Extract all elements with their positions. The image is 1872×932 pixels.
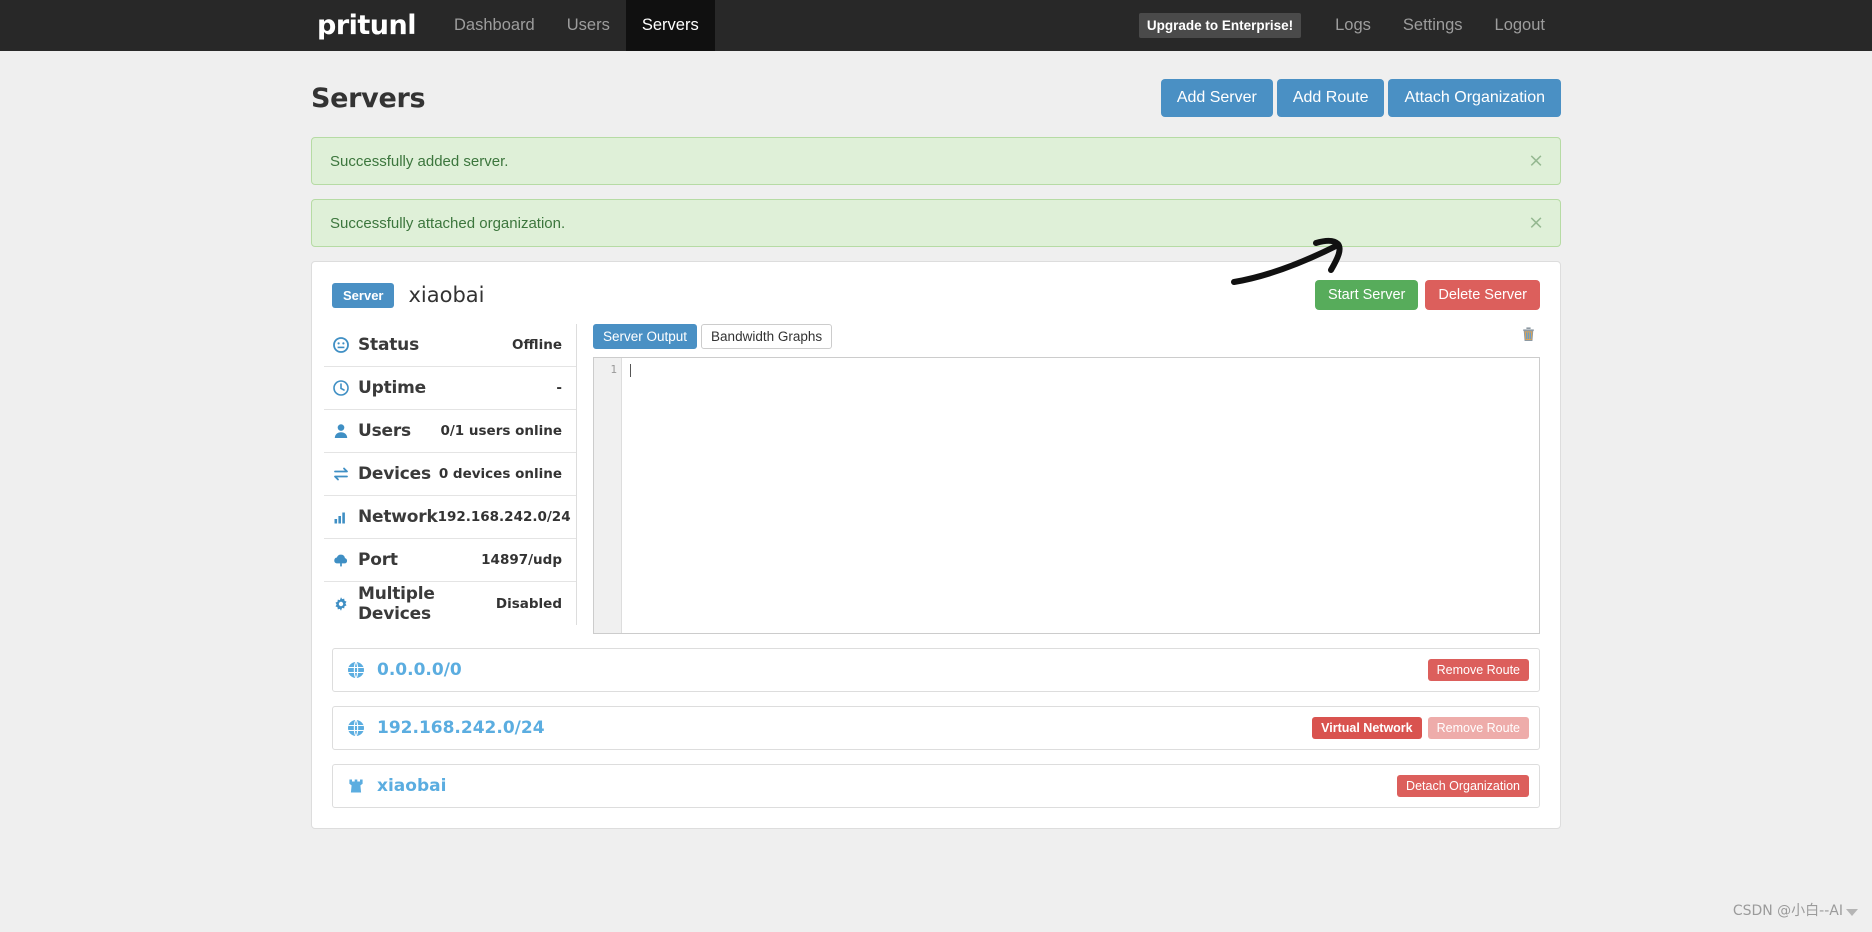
status-value: 192.168.242.0/24 <box>437 509 571 525</box>
signal-icon <box>330 509 352 525</box>
main-container: Servers Add Server Add Route Attach Orga… <box>311 51 1561 829</box>
remove-route-button[interactable]: Remove Route <box>1427 717 1529 739</box>
status-value: 0 devices online <box>438 466 562 482</box>
header-actions: Add Server Add Route Attach Organization <box>1160 79 1561 117</box>
user-icon <box>330 423 352 439</box>
status-label: Users <box>358 421 411 441</box>
nav-link-logs[interactable]: Logs <box>1319 0 1387 51</box>
route-actions: Remove Route <box>1427 659 1529 681</box>
organizations-section: xiaobai Detach Organization <box>324 764 1548 808</box>
route-actions: Virtual Network Remove Route <box>1312 717 1529 739</box>
exchange-icon <box>330 466 352 482</box>
gear-icon <box>330 596 352 612</box>
remove-route-button[interactable]: Remove Route <box>1427 659 1529 681</box>
status-row-devices: Devices 0 devices online <box>324 453 576 496</box>
status-label: Uptime <box>358 378 426 398</box>
status-value: Offline <box>512 337 562 353</box>
nav-link-settings[interactable]: Settings <box>1387 0 1479 51</box>
add-server-button[interactable]: Add Server <box>1160 79 1273 117</box>
status-label: Status <box>358 335 419 355</box>
status-label: Port <box>358 550 398 570</box>
globe-icon <box>347 661 365 679</box>
route-network: 192.168.242.0/24 <box>377 718 545 738</box>
chevron-down-icon <box>1846 908 1858 916</box>
add-route-button[interactable]: Add Route <box>1276 79 1385 117</box>
alert-added-server: Successfully added server. × <box>311 137 1561 185</box>
nav-link-servers[interactable]: Servers <box>625 0 715 51</box>
navbar-right-group: Upgrade to Enterprise! Logs Settings Log… <box>1138 0 1561 51</box>
tab-bandwidth-graphs[interactable]: Bandwidth Graphs <box>701 323 833 349</box>
status-row-port: Port 14897/udp <box>324 539 576 582</box>
nav-link-dashboard[interactable]: Dashboard <box>438 0 551 51</box>
status-row-network: Network 192.168.242.0/24 <box>324 496 576 539</box>
trash-icon[interactable] <box>1521 326 1540 346</box>
status-value: 14897/udp <box>481 552 562 568</box>
tab-server-output[interactable]: Server Output <box>593 323 698 349</box>
brand-logo[interactable]: pritunl <box>311 0 438 51</box>
nav-link-users[interactable]: Users <box>551 0 626 51</box>
organization-row: xiaobai Detach Organization <box>332 764 1540 808</box>
clock-icon <box>330 380 352 396</box>
virtual-network-badge: Virtual Network <box>1312 717 1422 739</box>
server-output-pane: Server Output Bandwidth Graphs 1 <box>577 323 1548 634</box>
server-name: xiaobai <box>408 283 485 307</box>
server-actions: Start Server Delete Server <box>1314 280 1540 310</box>
status-row-uptime: Uptime - <box>324 367 576 410</box>
server-header: Server xiaobai Start Server Delete Serve… <box>324 274 1548 324</box>
page-title: Servers <box>311 82 426 114</box>
routes-section: 0.0.0.0/0 Remove Route 192.168.242.0/24 … <box>324 648 1548 750</box>
status-label: Network <box>358 507 438 527</box>
globe-icon <box>347 719 365 737</box>
alert-attached-organization: Successfully attached organization. × <box>311 199 1561 247</box>
detach-organization-button[interactable]: Detach Organization <box>1397 775 1529 797</box>
delete-server-button[interactable]: Delete Server <box>1425 280 1540 310</box>
status-label: Multiple Devices <box>358 583 435 624</box>
server-status-list: Status Offline Uptime - Users 0/1 users … <box>324 324 577 625</box>
console-content[interactable] <box>622 358 1539 633</box>
route-row-virtual: 192.168.242.0/24 Virtual Network Remove … <box>332 706 1540 750</box>
organization-actions: Detach Organization <box>1397 775 1529 797</box>
route-row-default: 0.0.0.0/0 Remove Route <box>332 648 1540 692</box>
organization-icon <box>347 777 365 795</box>
organization-name: xiaobai <box>377 776 447 796</box>
top-navbar: pritunl Dashboard Users Servers Upgrade … <box>0 0 1872 51</box>
server-body: Status Offline Uptime - Users 0/1 users … <box>324 323 1548 634</box>
attach-organization-button[interactable]: Attach Organization <box>1388 79 1561 117</box>
watermark-text: CSDN @小白--AI <box>1732 903 1843 919</box>
status-row-status: Status Offline <box>324 324 576 367</box>
server-output-console[interactable]: 1 <box>593 357 1540 634</box>
console-line-numbers: 1 <box>594 358 622 633</box>
status-value: 0/1 users online <box>440 423 562 439</box>
page-header: Servers Add Server Add Route Attach Orga… <box>311 75 1561 121</box>
alert-message: Successfully attached organization. <box>330 214 566 232</box>
alert-message: Successfully added server. <box>330 152 509 170</box>
watermark: CSDN @小白--AI <box>1733 900 1858 920</box>
route-network: 0.0.0.0/0 <box>377 660 462 680</box>
cloud-upload-icon <box>330 552 352 568</box>
text-caret <box>630 364 631 377</box>
server-panel: Server xiaobai Start Server Delete Serve… <box>311 261 1561 829</box>
status-row-multiple-devices: Multiple Devices Disabled <box>324 582 576 625</box>
server-badge[interactable]: Server <box>332 282 395 308</box>
status-row-users: Users 0/1 users online <box>324 410 576 453</box>
page-root: pritunl Dashboard Users Servers Upgrade … <box>0 0 1872 932</box>
status-value: Disabled <box>495 595 562 612</box>
start-server-button[interactable]: Start Server <box>1314 280 1419 310</box>
close-icon[interactable]: × <box>1528 213 1544 233</box>
status-icon <box>330 337 352 353</box>
close-icon[interactable]: × <box>1528 151 1544 171</box>
output-tabs: Server Output Bandwidth Graphs <box>593 323 1540 349</box>
status-value: - <box>556 380 562 396</box>
nav-link-logout[interactable]: Logout <box>1479 0 1561 51</box>
upgrade-to-enterprise-button[interactable]: Upgrade to Enterprise! <box>1138 13 1302 38</box>
status-label: Devices <box>358 464 431 484</box>
